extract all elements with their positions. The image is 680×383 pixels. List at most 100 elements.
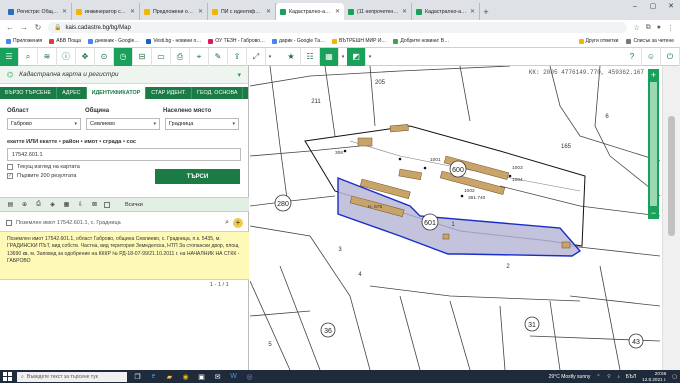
bookmark-icon[interactable]: ⊠ [90, 201, 99, 208]
checkmark-icon[interactable]: ✓ [7, 173, 13, 179]
building[interactable] [389, 124, 409, 133]
search-icon[interactable]: ⌕ [19, 47, 38, 66]
new-tab-button[interactable]: + [480, 7, 492, 20]
layers-icon[interactable]: ◈ [48, 201, 57, 208]
municipality-select[interactable]: Севлиево ▾ [86, 118, 160, 130]
windows-start-icon[interactable] [3, 372, 12, 381]
tab-identifier[interactable]: ИДЕНТИФИКАТОР [86, 87, 147, 99]
tab-close-icon[interactable]: ✕ [266, 8, 271, 15]
scrollbar-thumb[interactable] [668, 116, 675, 236]
menu-icon[interactable]: ☰ [0, 47, 19, 66]
mail-icon[interactable]: ✉ [212, 372, 223, 381]
zoom-slider[interactable] [650, 82, 657, 206]
layers-icon[interactable]: ≋ [38, 47, 57, 66]
browser-tab[interactable]: инжинератор село градн…✕ [72, 3, 140, 20]
pan-icon[interactable]: ✥ [76, 47, 95, 66]
measure-icon[interactable]: ⊟ [133, 47, 152, 66]
export-icon[interactable]: ⇪ [228, 47, 247, 66]
result-checkbox[interactable] [6, 219, 12, 226]
region-select[interactable]: Габрово ▾ [7, 118, 81, 130]
select-all-checkbox[interactable] [104, 201, 110, 208]
table-icon[interactable]: ▦ [62, 201, 71, 208]
help-icon[interactable]: ? [623, 47, 642, 66]
building[interactable] [442, 233, 450, 240]
taskbar-search[interactable]: ⌕ Въведете текст за търсене тук [17, 371, 127, 382]
extensions-icon[interactable]: ⧉ [646, 24, 651, 32]
task-view-icon[interactable]: ❐ [132, 372, 143, 381]
tab-close-icon[interactable]: ✕ [130, 8, 135, 15]
bookmark-apps[interactable]: Приложения [6, 38, 42, 44]
file-explorer-icon[interactable]: ▰ [164, 372, 175, 381]
zoom-control[interactable]: + − [648, 69, 659, 219]
building[interactable] [561, 241, 571, 249]
info-icon[interactable]: ⓘ [57, 47, 76, 66]
tab-close-icon[interactable]: ✕ [402, 8, 407, 15]
url-field[interactable]: 🔒 kais.cadastre.bg/bg/Map [48, 22, 628, 33]
map-canvas[interactable]: 601 280 600 36 31 43 211 205 6 165 1 2 3… [250, 66, 662, 370]
search-button[interactable]: ТЪРСИ [155, 169, 240, 184]
chrome-icon[interactable]: ◉ [180, 372, 191, 381]
bookmark-map-icon[interactable]: ★ [282, 47, 301, 66]
browser-tab[interactable]: (11 непрочетени) - АБВ…✕ [344, 3, 412, 20]
chevron-down-icon[interactable]: ▾ [366, 54, 374, 60]
bookmark-item[interactable]: Добрите новини: В… [393, 38, 449, 44]
chevron-down-icon[interactable]: ▾ [339, 54, 347, 60]
weather-status[interactable]: 29°C Mostly sunny [549, 374, 591, 380]
volume-icon[interactable]: ♪ [617, 374, 620, 380]
browser-tab[interactable]: Регистри: Община Севл…✕ [4, 3, 72, 20]
minimize-icon[interactable]: – [626, 0, 644, 14]
tab-close-icon[interactable]: ✕ [62, 8, 67, 15]
legend-icon[interactable]: ☷ [301, 47, 320, 66]
history-icon[interactable]: ◷ [114, 47, 133, 66]
back-icon[interactable]: ← [6, 23, 14, 32]
reload-icon[interactable]: ↻ [34, 23, 42, 32]
browser-tab-active[interactable]: Кадастрално-администр…✕ [276, 3, 344, 20]
settlement-select[interactable]: Градница ▾ [165, 118, 239, 130]
bookmark-item[interactable]: Vesti.bg - новини о… [146, 38, 201, 44]
zoom-icon[interactable]: ⊕ [20, 201, 29, 208]
tray-up-icon[interactable]: ⌃ [596, 374, 600, 380]
bookmark-item[interactable]: дарик - Google Та… [271, 38, 325, 44]
network-icon[interactable]: ⌔ [607, 374, 612, 380]
profile-icon[interactable]: ● [657, 24, 661, 31]
store-icon[interactable]: ▣ [196, 372, 207, 381]
tab-address[interactable]: АДРЕС [57, 87, 87, 99]
basemap-icon[interactable]: ◩ [347, 47, 366, 66]
bookmark-item[interactable]: ОУ ТЕЗН - Габрово… [208, 38, 265, 44]
word-icon[interactable]: W [228, 372, 239, 381]
print-icon[interactable]: ⎙ [34, 201, 43, 208]
bookmark-item[interactable]: АБВ Поща [49, 38, 81, 44]
tab-close-icon[interactable]: ✕ [470, 8, 475, 15]
tab-geodetic-base[interactable]: ГЕОД. ОСНОВА [192, 87, 244, 99]
tab-quick-search[interactable]: БЪРЗО ТЪРСЕНЕ [0, 87, 58, 99]
zoom-in-icon[interactable]: + [651, 70, 656, 80]
tab-close-icon[interactable]: ✕ [335, 8, 340, 15]
edge-icon[interactable]: e [148, 372, 159, 381]
tab-close-icon[interactable]: ✕ [198, 8, 203, 15]
select-icon[interactable]: ⌖ [190, 47, 209, 66]
language-indicator[interactable]: БЪЛ [626, 374, 636, 380]
user-icon[interactable]: ☺ [642, 47, 661, 66]
zoom-out-icon[interactable]: − [651, 208, 656, 218]
cadastral-map[interactable]: 601 280 600 36 31 43 211 205 6 165 1 2 3… [250, 66, 662, 370]
notifications-icon[interactable]: ▢ [672, 374, 677, 380]
magnifier-icon[interactable]: ⌕ [225, 219, 229, 227]
draw-icon[interactable]: ✎ [209, 47, 228, 66]
area-icon[interactable]: ▭ [152, 47, 171, 66]
list-icon[interactable]: ▤ [6, 201, 15, 208]
star-icon[interactable]: ☆ [633, 24, 639, 32]
bookmark-item[interactable]: дневник - Google… [87, 38, 139, 44]
add-icon[interactable]: + [233, 217, 243, 228]
identifier-input[interactable]: 17542.601.1 [7, 148, 241, 161]
checkbox-empty-icon[interactable] [7, 164, 13, 170]
reading-list[interactable]: Списък за четене [626, 38, 674, 44]
export-icon[interactable]: ⇩ [76, 201, 85, 208]
close-window-icon[interactable]: ✕ [662, 0, 680, 14]
bookmark-item[interactable]: ВЪТРЕШН МИР И… [332, 38, 386, 44]
building[interactable] [357, 137, 373, 147]
other-bookmarks[interactable]: Други отметки [578, 38, 618, 44]
grid-icon[interactable]: ▦ [320, 47, 339, 66]
clock[interactable]: 20:56 12.8.2021 г. [642, 371, 666, 382]
menu-icon[interactable]: ⋮ [667, 24, 674, 32]
chevron-down-icon[interactable]: ▾ [266, 54, 274, 60]
